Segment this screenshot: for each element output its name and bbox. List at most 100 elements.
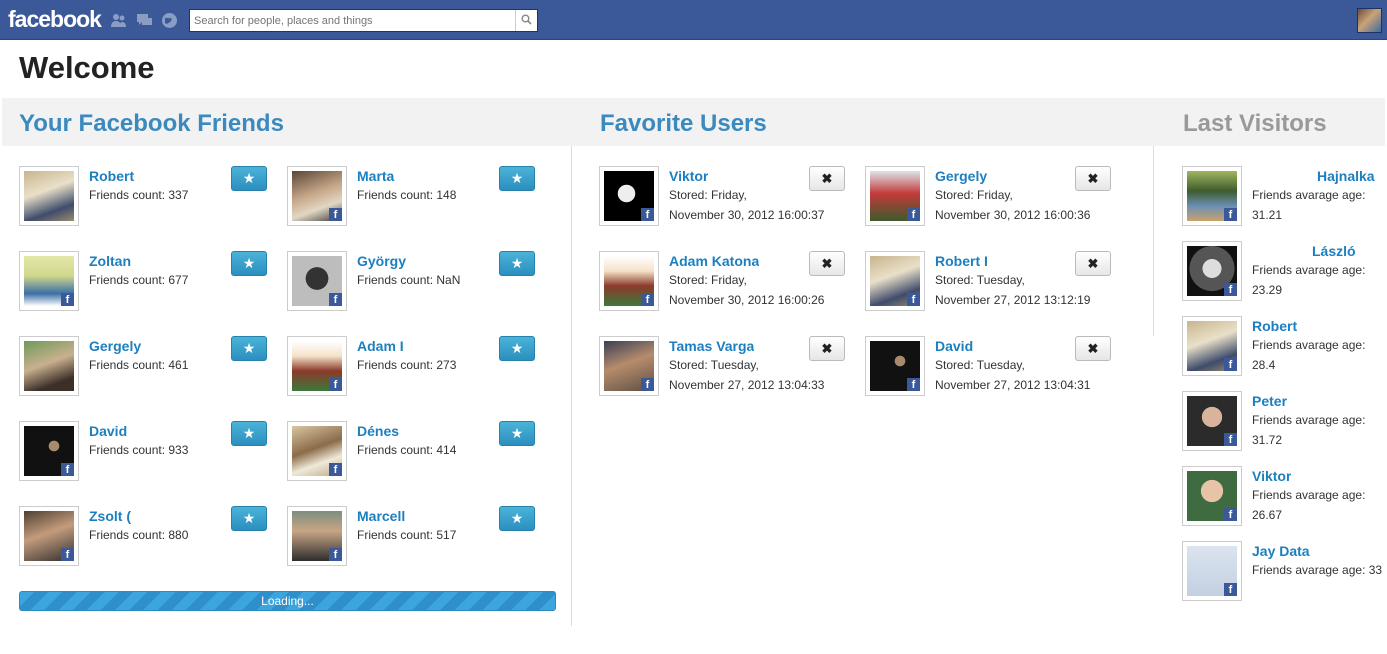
close-icon: ✖ bbox=[821, 340, 833, 356]
avatar[interactable]: f bbox=[287, 336, 347, 396]
friend-count: Friends count: 337 bbox=[89, 188, 189, 202]
star-icon: ★ bbox=[242, 255, 256, 271]
avatar[interactable]: f bbox=[865, 336, 925, 396]
avatar[interactable]: f bbox=[1182, 166, 1242, 226]
add-favorite-button[interactable]: ★ bbox=[231, 336, 267, 361]
facebook-badge-icon: f bbox=[907, 293, 920, 306]
add-favorite-button[interactable]: ★ bbox=[231, 251, 267, 276]
friend-name[interactable]: Marta bbox=[357, 168, 459, 184]
friend-count: Friends count: 461 bbox=[89, 358, 189, 372]
friend-name[interactable]: Dénes bbox=[357, 423, 459, 439]
friend-card: f Zoltan Friends count: 677 ★ bbox=[19, 251, 289, 315]
favorite-name[interactable]: Robert I bbox=[935, 253, 988, 269]
remove-favorite-button[interactable]: ✖ bbox=[1075, 166, 1111, 191]
favorite-name[interactable]: Viktor bbox=[669, 168, 708, 184]
friend-name[interactable]: Robert bbox=[89, 168, 191, 184]
friend-count: Friends count: 677 bbox=[89, 273, 189, 287]
close-icon: ✖ bbox=[821, 170, 833, 186]
messages-jewel-icon[interactable] bbox=[136, 12, 153, 29]
add-favorite-button[interactable]: ★ bbox=[231, 506, 267, 531]
avatar[interactable] bbox=[19, 336, 79, 396]
avatar[interactable] bbox=[19, 166, 79, 226]
friend-name[interactable]: Gergely bbox=[89, 338, 191, 354]
avatar[interactable]: f bbox=[287, 166, 347, 226]
avatar[interactable]: f bbox=[287, 506, 347, 566]
avatar[interactable]: f bbox=[1182, 316, 1242, 376]
friend-count: Friends count: 933 bbox=[89, 443, 189, 457]
friend-card: f David Friends count: 933 ★ bbox=[19, 421, 289, 485]
avatar[interactable]: f bbox=[599, 336, 659, 396]
visitor-age-value: 26.67 bbox=[1252, 508, 1283, 522]
search-input[interactable] bbox=[190, 10, 515, 31]
friends-jewel-icon[interactable] bbox=[110, 12, 127, 29]
favorite-name[interactable]: David bbox=[935, 338, 973, 354]
add-favorite-button[interactable]: ★ bbox=[499, 251, 535, 276]
avatar[interactable]: f bbox=[865, 251, 925, 311]
avatar[interactable]: f bbox=[1182, 241, 1242, 301]
visitor-card: f Peter Friends avarage age: 31.72 bbox=[1182, 391, 1387, 455]
visitor-name[interactable]: László bbox=[1312, 243, 1356, 259]
add-favorite-button[interactable]: ★ bbox=[499, 506, 535, 531]
visitor-age-label: Friends avarage age: bbox=[1252, 413, 1366, 427]
avatar[interactable]: f bbox=[1182, 391, 1242, 451]
avatar[interactable]: f bbox=[287, 421, 347, 481]
remove-favorite-button[interactable]: ✖ bbox=[809, 166, 845, 191]
favorite-name[interactable]: Gergely bbox=[935, 168, 987, 184]
friend-name[interactable]: Zoltan bbox=[89, 253, 191, 269]
visitor-name[interactable]: Viktor bbox=[1252, 468, 1291, 484]
add-favorite-button[interactable]: ★ bbox=[499, 336, 535, 361]
stored-day: Stored: Tuesday, bbox=[935, 358, 1025, 372]
visitor-name[interactable]: Robert bbox=[1252, 318, 1297, 334]
friend-name[interactable]: Marcell bbox=[357, 508, 459, 524]
avatar[interactable]: f bbox=[1182, 541, 1242, 601]
facebook-badge-icon: f bbox=[641, 378, 654, 391]
visitor-name[interactable]: Hajnalka bbox=[1317, 168, 1375, 184]
avatar[interactable]: f bbox=[865, 166, 925, 226]
favorite-card: f Tamas Varga Stored: Tuesday, November 27,… bbox=[599, 336, 849, 400]
star-icon: ★ bbox=[242, 340, 256, 356]
avatar[interactable]: f bbox=[1182, 466, 1242, 526]
remove-favorite-button[interactable]: ✖ bbox=[1075, 251, 1111, 276]
add-favorite-button[interactable]: ★ bbox=[231, 421, 267, 446]
avatar[interactable]: f bbox=[19, 251, 79, 311]
visitor-age-label: Friends avarage age: bbox=[1252, 263, 1366, 277]
visitor-card: f Jay Data Friends avarage age: 33 bbox=[1182, 541, 1387, 605]
favorite-name[interactable]: Adam Katona bbox=[669, 253, 759, 269]
visitor-name[interactable]: Jay Data bbox=[1252, 543, 1310, 559]
stored-day: Stored: Tuesday, bbox=[935, 273, 1025, 287]
avatar[interactable]: f bbox=[599, 251, 659, 311]
stored-date: November 30, 2012 16:00:26 bbox=[669, 293, 825, 307]
search-button[interactable] bbox=[515, 10, 537, 31]
facebook-badge-icon: f bbox=[1224, 283, 1237, 296]
star-icon: ★ bbox=[242, 510, 256, 526]
visitor-age-value: 23.29 bbox=[1252, 283, 1283, 297]
add-favorite-button[interactable]: ★ bbox=[499, 166, 535, 191]
avatar[interactable]: f bbox=[19, 506, 79, 566]
add-favorite-button[interactable]: ★ bbox=[231, 166, 267, 191]
facebook-badge-icon: f bbox=[1224, 358, 1237, 371]
friend-name[interactable]: Zsolt ( bbox=[89, 508, 191, 524]
avatar[interactable]: f bbox=[599, 166, 659, 226]
visitor-age-value: 31.72 bbox=[1252, 433, 1283, 447]
avatar[interactable]: f bbox=[19, 421, 79, 481]
friend-name[interactable]: György bbox=[357, 253, 459, 269]
facebook-logo[interactable]: facebook bbox=[8, 6, 102, 33]
friend-count: Friends count: 880 bbox=[89, 528, 189, 542]
stored-date: November 27, 2012 13:12:19 bbox=[935, 293, 1091, 307]
facebook-badge-icon: f bbox=[329, 208, 342, 221]
profile-avatar[interactable] bbox=[1357, 8, 1382, 33]
remove-favorite-button[interactable]: ✖ bbox=[1075, 336, 1111, 361]
remove-favorite-button[interactable]: ✖ bbox=[809, 336, 845, 361]
remove-favorite-button[interactable]: ✖ bbox=[809, 251, 845, 276]
friend-name[interactable]: Adam I bbox=[357, 338, 459, 354]
page-title: Welcome bbox=[19, 50, 155, 85]
notifications-globe-icon[interactable] bbox=[161, 12, 178, 29]
facebook-badge-icon: f bbox=[61, 463, 74, 476]
visitor-name[interactable]: Peter bbox=[1252, 393, 1287, 409]
friend-count: Friends count: 517 bbox=[357, 528, 457, 542]
add-favorite-button[interactable]: ★ bbox=[499, 421, 535, 446]
favorite-name[interactable]: Tamas Varga bbox=[669, 338, 754, 354]
avatar[interactable]: f bbox=[287, 251, 347, 311]
facebook-badge-icon: f bbox=[641, 208, 654, 221]
friend-name[interactable]: David bbox=[89, 423, 191, 439]
